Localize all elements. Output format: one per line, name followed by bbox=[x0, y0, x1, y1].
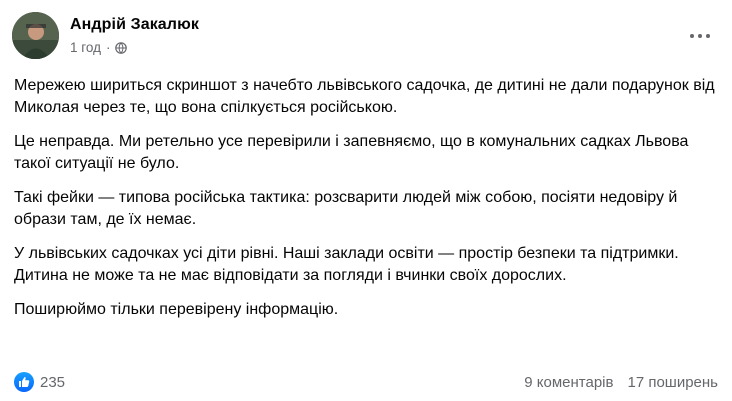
author-name[interactable]: Андрій Закалюк bbox=[70, 15, 199, 35]
post-card: Андрій Закалюк 1 год · Мережею шириться … bbox=[0, 0, 732, 401]
more-options-icon bbox=[690, 34, 694, 38]
footer-stats: 9 коментарів 17 поширень bbox=[524, 374, 718, 391]
avatar-photo bbox=[12, 12, 59, 59]
post-paragraph-1: Мережею шириться скриншот з начебто льві… bbox=[14, 77, 715, 116]
post-meta: Андрій Закалюк 1 год · bbox=[70, 15, 199, 56]
post-subline: 1 год · bbox=[70, 40, 199, 56]
post-paragraph-3: Такі фейки — типова російська тактика: р… bbox=[14, 189, 678, 228]
avatar[interactable] bbox=[12, 12, 59, 59]
comment-count[interactable]: 9 коментарів bbox=[524, 374, 613, 391]
post-paragraph-2: Це неправда. Ми ретельно усе перевірили … bbox=[14, 133, 689, 172]
thumbs-up-glyph bbox=[19, 377, 30, 387]
more-options-button[interactable] bbox=[682, 26, 718, 46]
post-body: Мережею шириться скриншот з начебто льві… bbox=[14, 75, 718, 333]
post-time[interactable]: 1 год bbox=[70, 40, 101, 56]
post-paragraph-4: У львівських садочках усі діти рівні. На… bbox=[14, 245, 679, 284]
post-header: Андрій Закалюк 1 год · bbox=[12, 12, 199, 59]
reaction-count[interactable]: 235 bbox=[40, 374, 65, 391]
more-options-dot bbox=[706, 34, 710, 38]
post-paragraph-5: Поширюймо тільки перевірену інформацію. bbox=[14, 301, 339, 318]
more-options-dot bbox=[698, 34, 702, 38]
post-footer: 235 9 коментарів 17 поширень bbox=[14, 371, 718, 393]
share-count[interactable]: 17 поширень bbox=[627, 374, 718, 391]
separator-dot: · bbox=[105, 40, 111, 55]
globe-icon[interactable] bbox=[115, 42, 128, 54]
like-icon[interactable] bbox=[14, 372, 34, 392]
